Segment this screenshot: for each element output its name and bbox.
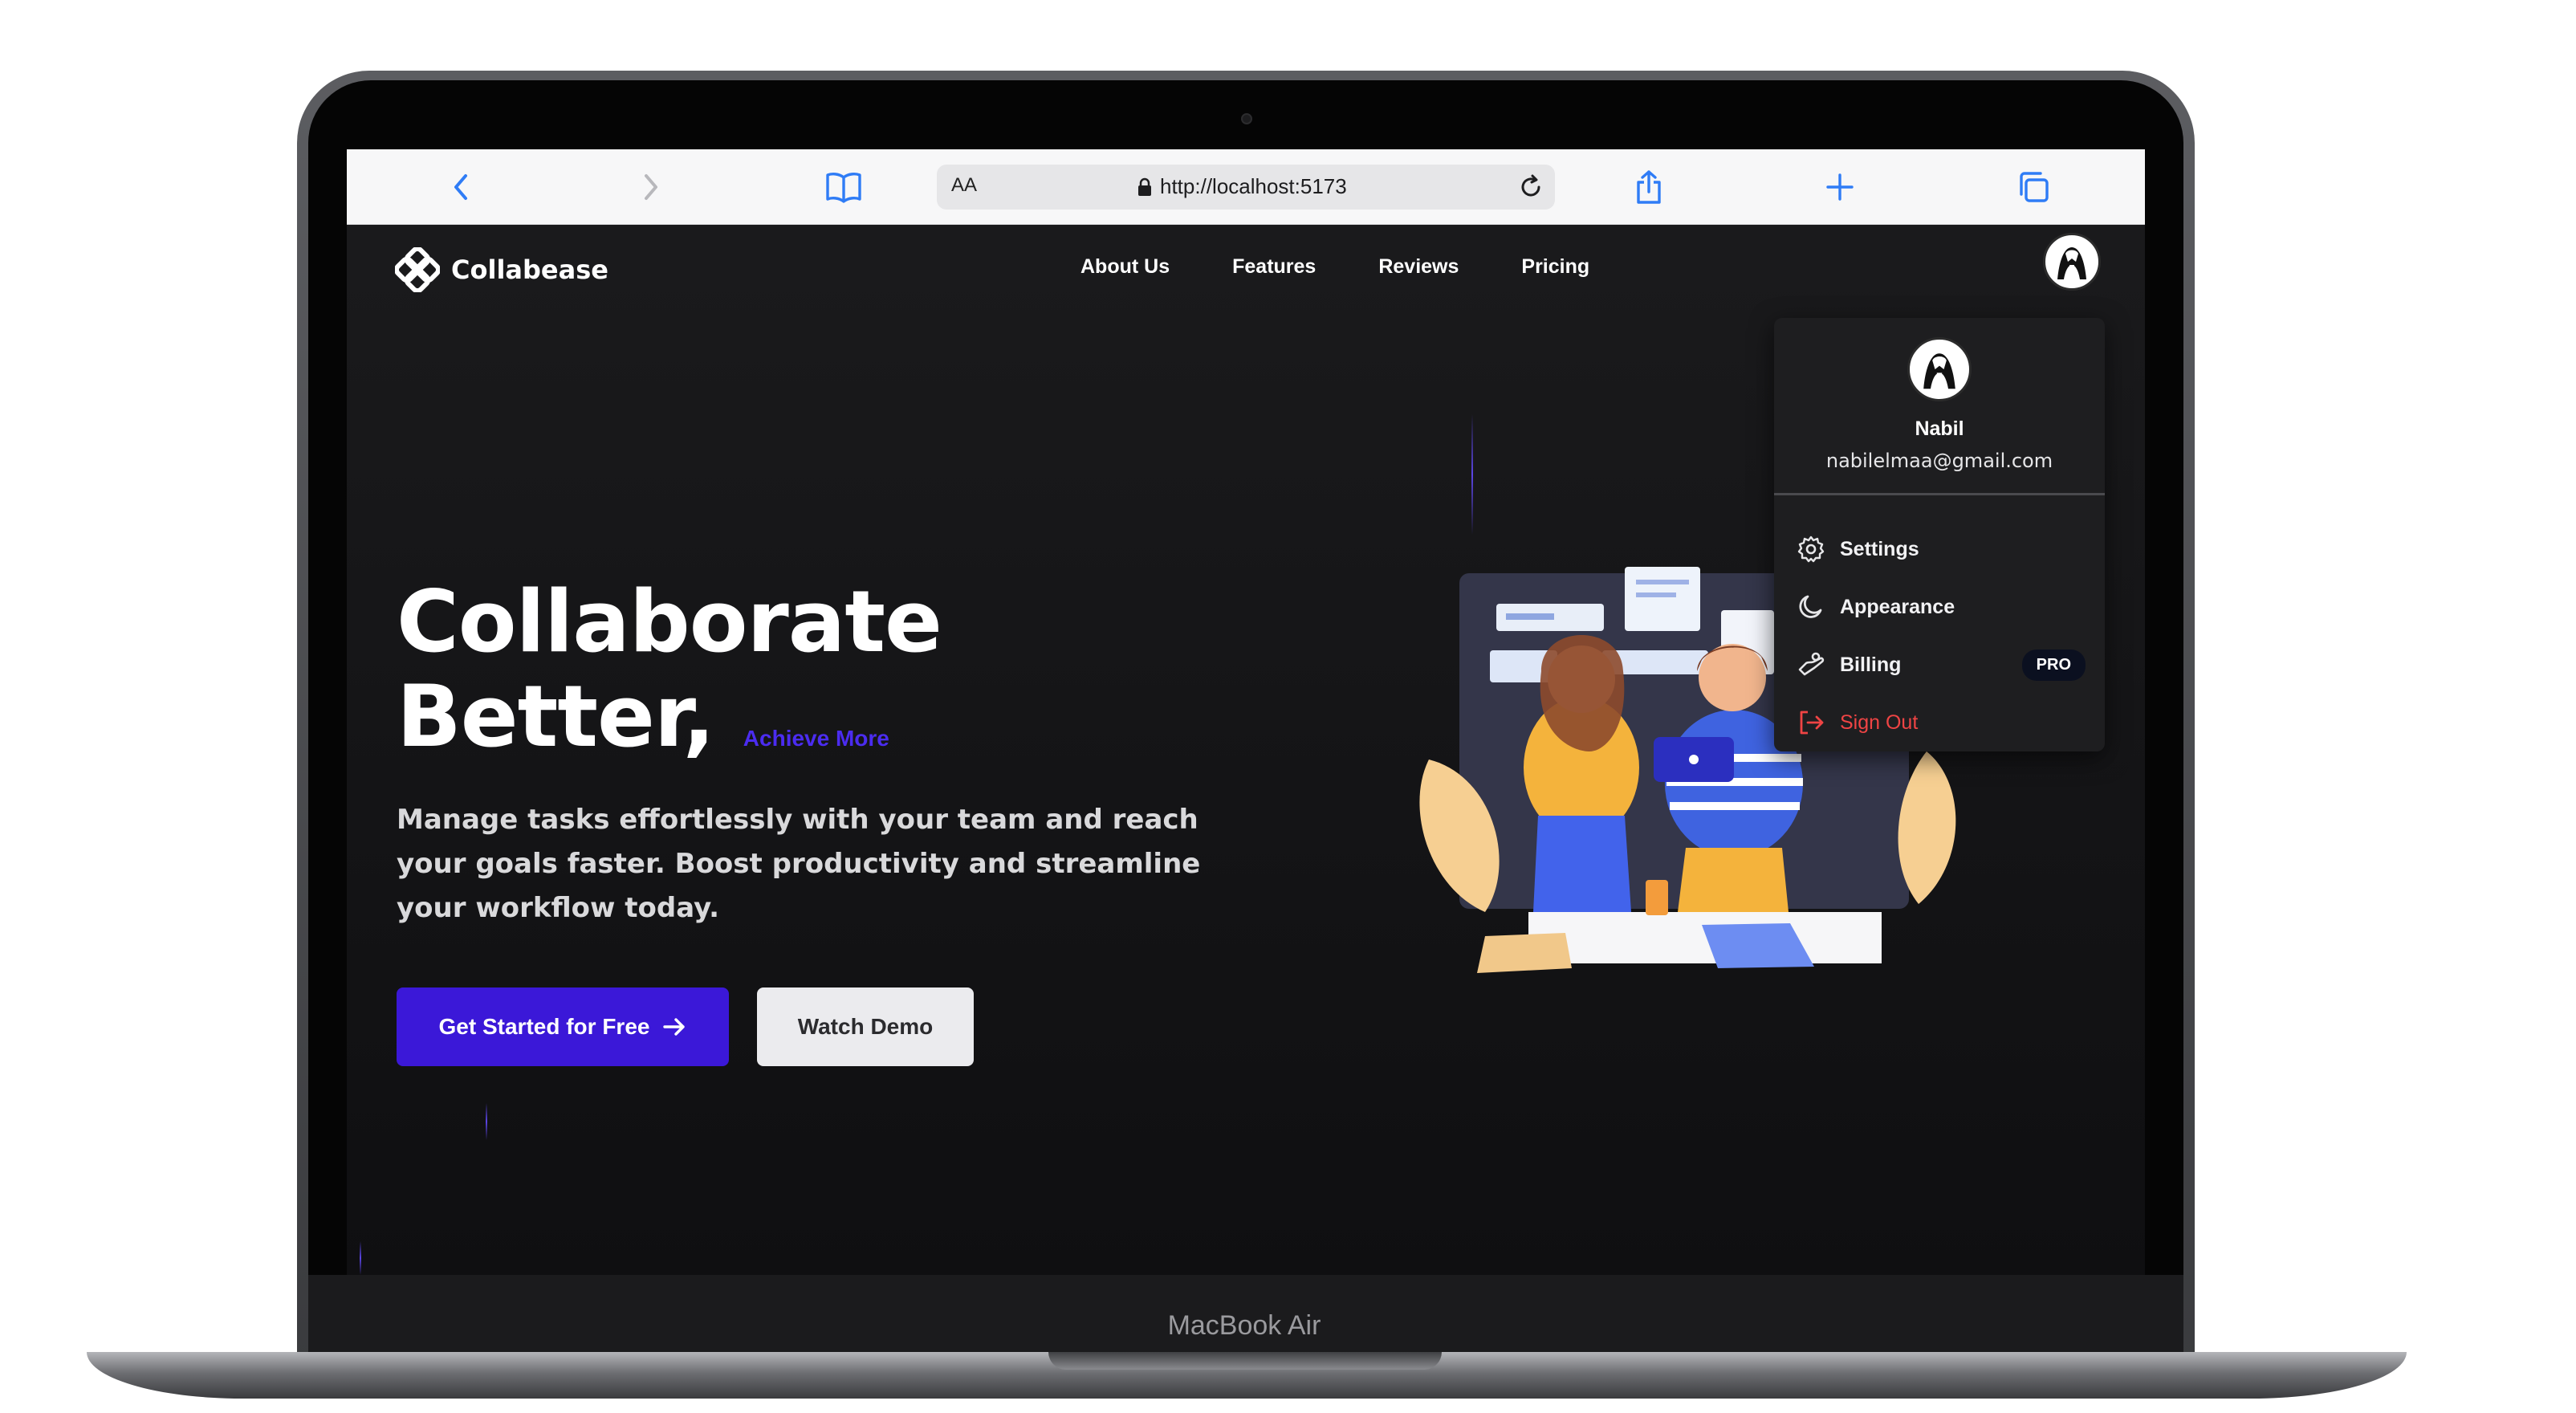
- url-text: http://localhost:5173: [1160, 174, 1347, 198]
- nav-link-pricing[interactable]: Pricing: [1521, 255, 1589, 279]
- browser-window: AA http://localhost:5173 Collabease Abou…: [347, 149, 2145, 1275]
- user-menu-dropdown: Nabil nabilelmaa@gmail.com Settings Appe…: [1774, 318, 2105, 751]
- decorative-line: [486, 1103, 487, 1140]
- pro-badge: PRO: [2021, 649, 2086, 681]
- user-email: nabilelmaa@gmail.com: [1825, 450, 2053, 472]
- reload-icon[interactable]: [1516, 173, 1545, 202]
- menu-item-settings[interactable]: Settings: [1797, 527, 2086, 572]
- site-logo[interactable]: Collabease: [395, 247, 608, 292]
- hero-title-line1: Collaborate: [397, 572, 942, 671]
- back-icon[interactable]: [442, 167, 482, 207]
- hero-title-accent: Achieve More: [743, 726, 889, 751]
- nav-link-reviews[interactable]: Reviews: [1378, 255, 1459, 279]
- get-started-button[interactable]: Get Started for Free: [397, 987, 729, 1066]
- logo-text: Collabease: [451, 255, 608, 285]
- logo-icon: [395, 247, 440, 292]
- user-avatar-button[interactable]: [2043, 233, 2101, 291]
- decorative-line: [1471, 414, 1473, 535]
- menu-item-billing[interactable]: Billing PRO: [1797, 642, 2086, 687]
- main-nav: About Us Features Reviews Pricing: [1080, 255, 1589, 279]
- url-display: http://localhost:5173: [1137, 174, 1347, 199]
- menu-item-billing-label: Billing: [1840, 653, 1902, 676]
- avatar-image: [2048, 238, 2096, 286]
- user-name: Nabil: [1915, 417, 1964, 440]
- nav-link-features[interactable]: Features: [1232, 255, 1316, 279]
- menu-item-appearance[interactable]: Appearance: [1797, 584, 2086, 629]
- tabs-icon[interactable]: [2013, 167, 2053, 207]
- menu-item-settings-label: Settings: [1840, 537, 1919, 560]
- site-header: Collabease About Us Features Reviews Pri…: [347, 225, 2145, 313]
- new-tab-icon[interactable]: [1820, 167, 1860, 207]
- billing-icon: [1798, 652, 1825, 676]
- device-label: MacBook Air: [1167, 1310, 1321, 1341]
- address-bar[interactable]: AA http://localhost:5173: [937, 165, 1555, 210]
- sign-out-icon: [1800, 711, 1824, 735]
- menu-item-sign-out[interactable]: Sign Out: [1797, 700, 2086, 745]
- moon-icon: [1799, 595, 1822, 618]
- menu-item-sign-out-label: Sign Out: [1840, 711, 1919, 734]
- user-menu-avatar: [1907, 337, 1972, 401]
- get-started-label: Get Started for Free: [438, 1014, 650, 1039]
- reader-icon[interactable]: [824, 167, 864, 207]
- browser-toolbar: AA http://localhost:5173: [347, 149, 2145, 225]
- lock-icon: [1138, 177, 1151, 196]
- nav-link-about-us[interactable]: About Us: [1080, 255, 1170, 279]
- menu-divider: [1774, 493, 2105, 495]
- share-icon[interactable]: [1629, 167, 1669, 207]
- hero-description: Manage tasks effortlessly with your team…: [397, 804, 1201, 924]
- device-mockup: AA http://localhost:5173 Collabease Abou…: [0, 0, 2576, 1413]
- hero-title-line2: Better,: [397, 667, 715, 766]
- avatar-image: [1913, 343, 1966, 396]
- text-size-button[interactable]: AA: [951, 174, 977, 197]
- arrow-right-icon: [663, 1018, 686, 1036]
- menu-item-appearance-label: Appearance: [1840, 595, 1955, 618]
- laptop-base-notch: [1048, 1352, 1442, 1370]
- watch-demo-button[interactable]: Watch Demo: [757, 987, 974, 1066]
- camera-icon: [1241, 113, 1252, 124]
- forward-icon[interactable]: [630, 167, 670, 207]
- gear-icon: [1797, 535, 1825, 563]
- decorative-line: [360, 1241, 361, 1275]
- hero-title: Collaborate Better, Achieve More: [397, 575, 942, 786]
